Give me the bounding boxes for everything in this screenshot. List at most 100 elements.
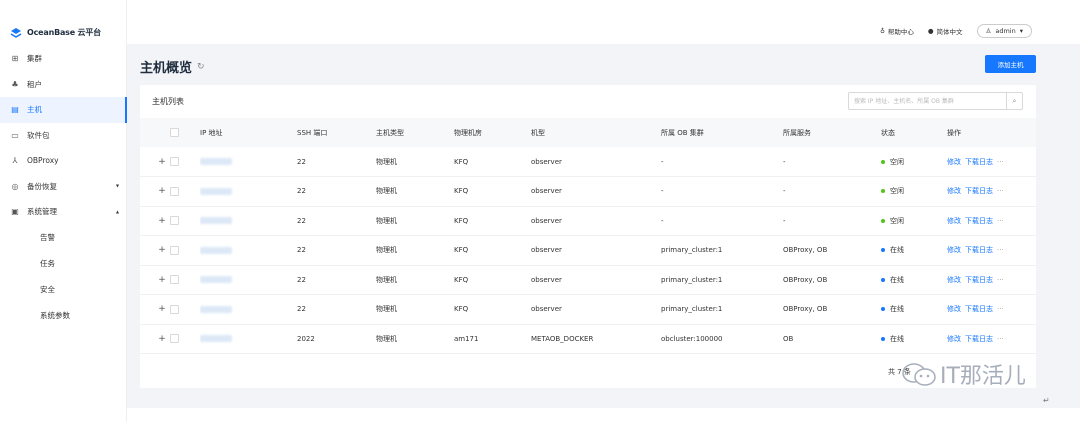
sidebar-subitem-3[interactable]: 系统参数 [0,303,127,329]
row-checkbox[interactable] [170,275,179,285]
edit-link[interactable]: 修改 [947,187,961,195]
expand-row-icon[interactable]: + [144,186,166,196]
row-checkbox[interactable] [170,304,179,314]
add-host-button[interactable]: 添加主机 [985,55,1036,73]
row-checkbox[interactable] [170,157,179,166]
download-log-link[interactable]: 下载日志 [965,335,993,343]
sidebar-item-label: 系统管理 [27,207,57,217]
download-log-link[interactable]: 下载日志 [965,217,993,225]
sidebar-item-3[interactable]: ▭ 软件包 [0,123,127,149]
download-log-link[interactable]: 下载日志 [965,246,993,254]
edit-link[interactable]: 修改 [947,335,961,343]
cluster-cell: obcluster:100000 [661,324,783,354]
ip-redacted [200,335,232,343]
user-name: admin [995,27,1016,35]
more-icon[interactable]: ··· [997,158,1004,166]
expand-row-icon[interactable]: + [144,245,166,255]
edit-link[interactable]: 修改 [947,276,961,284]
ip-redacted [200,246,232,254]
ip-cell [200,176,297,207]
row-checkbox[interactable] [170,245,179,255]
search-icon[interactable]: ⌕ [1006,93,1022,109]
model-cell: observer [531,265,661,295]
expand-row-icon[interactable]: + [144,334,166,344]
status-dot [881,189,885,194]
download-log-link[interactable]: 下载日志 [965,187,993,195]
ip-cell [200,265,297,295]
ops-cell: 修改 下载日志 ··· [947,265,1036,295]
col-room[interactable]: 物理机房 [454,118,531,147]
sidebar-item-2[interactable]: ▤ 主机 [0,97,127,123]
col-cluster[interactable]: 所属 OB 集群 [661,118,783,147]
sidebar-item-4[interactable]: ⅄ OBProxy [0,148,127,174]
sidebar-subitem-0[interactable]: 告警 [0,225,127,251]
proxy-icon: ⅄ [12,156,18,166]
oceanbase-logo-icon [10,28,22,38]
watermark-text: IT那活儿 [940,364,1026,389]
ssh-port-cell: 2022 [297,324,376,354]
ip-redacted [200,276,232,284]
download-log-link[interactable]: 下载日志 [965,276,993,284]
col-host-type[interactable]: 主机类型 [376,118,454,147]
col-ip[interactable]: IP 地址 [200,118,297,147]
ip-cell [200,235,297,266]
room-cell: KFQ [454,265,531,295]
table-row: +22 物理机 KFQ observer primary_cluster:1 OBProx… [140,294,1036,325]
expand-row-icon[interactable]: + [144,275,166,285]
refresh-icon[interactable]: ↻ [197,62,205,72]
status-text: 空闲 [890,157,904,166]
col-service[interactable]: 所属服务 [783,118,881,147]
sidebar-subitem-2[interactable]: 安全 [0,277,127,303]
ops-cell: 修改 下载日志 ··· [947,147,1036,177]
edit-link[interactable]: 修改 [947,217,961,225]
download-log-link[interactable]: 下载日志 [965,158,993,166]
sidebar-item-label: OBProxy [27,156,59,166]
ip-redacted [200,158,232,165]
select-cell [170,206,200,236]
ops-cell: 修改 下载日志 ··· [947,235,1036,266]
download-log-link[interactable]: 下载日志 [965,305,993,313]
row-checkbox[interactable] [170,216,179,226]
ip-cell [200,324,297,354]
table-row: +22 物理机 KFQ observer primary_cluster:1 OBProx… [140,265,1036,295]
user-menu[interactable]: ♙ admin ▾ [976,24,1032,38]
sidebar-item-0[interactable]: ⊞ 集群 [0,46,127,72]
col-model[interactable]: 机型 [531,118,661,147]
more-icon[interactable]: ··· [997,276,1004,284]
edit-link[interactable]: 修改 [947,158,961,166]
search-input[interactable] [849,93,1006,109]
more-icon[interactable]: ··· [997,217,1004,225]
sidebar-subitem-1[interactable]: 任务 [0,251,127,277]
col-ssh[interactable]: SSH 端口 [297,118,376,147]
more-icon[interactable]: ··· [997,305,1004,313]
language-switch[interactable]: ● 简体中文 [928,26,963,36]
edit-link[interactable]: 修改 [947,246,961,254]
status-text: 在线 [890,334,904,343]
sidebar-item-6[interactable]: ▣ 系统管理 ▴ [0,199,127,225]
col-status[interactable]: 状态 [881,118,947,147]
card-title: 主机列表 [152,97,184,106]
expand-row-icon[interactable]: + [144,157,166,167]
cluster-cell: - [661,176,783,207]
more-icon[interactable]: ··· [997,246,1004,254]
col-ops: 操作 [947,118,1036,147]
edit-link[interactable]: 修改 [947,305,961,313]
expand-row-icon[interactable]: + [144,304,166,314]
more-icon[interactable]: ··· [997,335,1004,343]
cluster-cell: primary_cluster:1 [661,235,783,266]
select-all-header [170,118,200,147]
room-cell: am171 [454,324,531,354]
ops-cell: 修改 下载日志 ··· [947,176,1036,207]
ip-cell [200,147,297,177]
help-center-link[interactable]: ♁ 帮助中心 [880,26,914,36]
row-checkbox[interactable] [170,334,179,344]
select-all-checkbox[interactable] [170,128,179,137]
sidebar-item-5[interactable]: ◎ 备份恢复 ▾ [0,174,127,200]
table-body: +22 物理机 KFQ observer - - 空闲 修改 下载日志 ··· +22 物理机 KFQ o… [140,147,1036,354]
row-checkbox[interactable] [170,186,179,196]
status-text: 空闲 [890,187,904,196]
sidebar-item-1[interactable]: ♣ 租户 [0,72,127,98]
select-cell [170,265,200,295]
expand-row-icon[interactable]: + [144,216,166,226]
more-icon[interactable]: ··· [997,187,1004,195]
